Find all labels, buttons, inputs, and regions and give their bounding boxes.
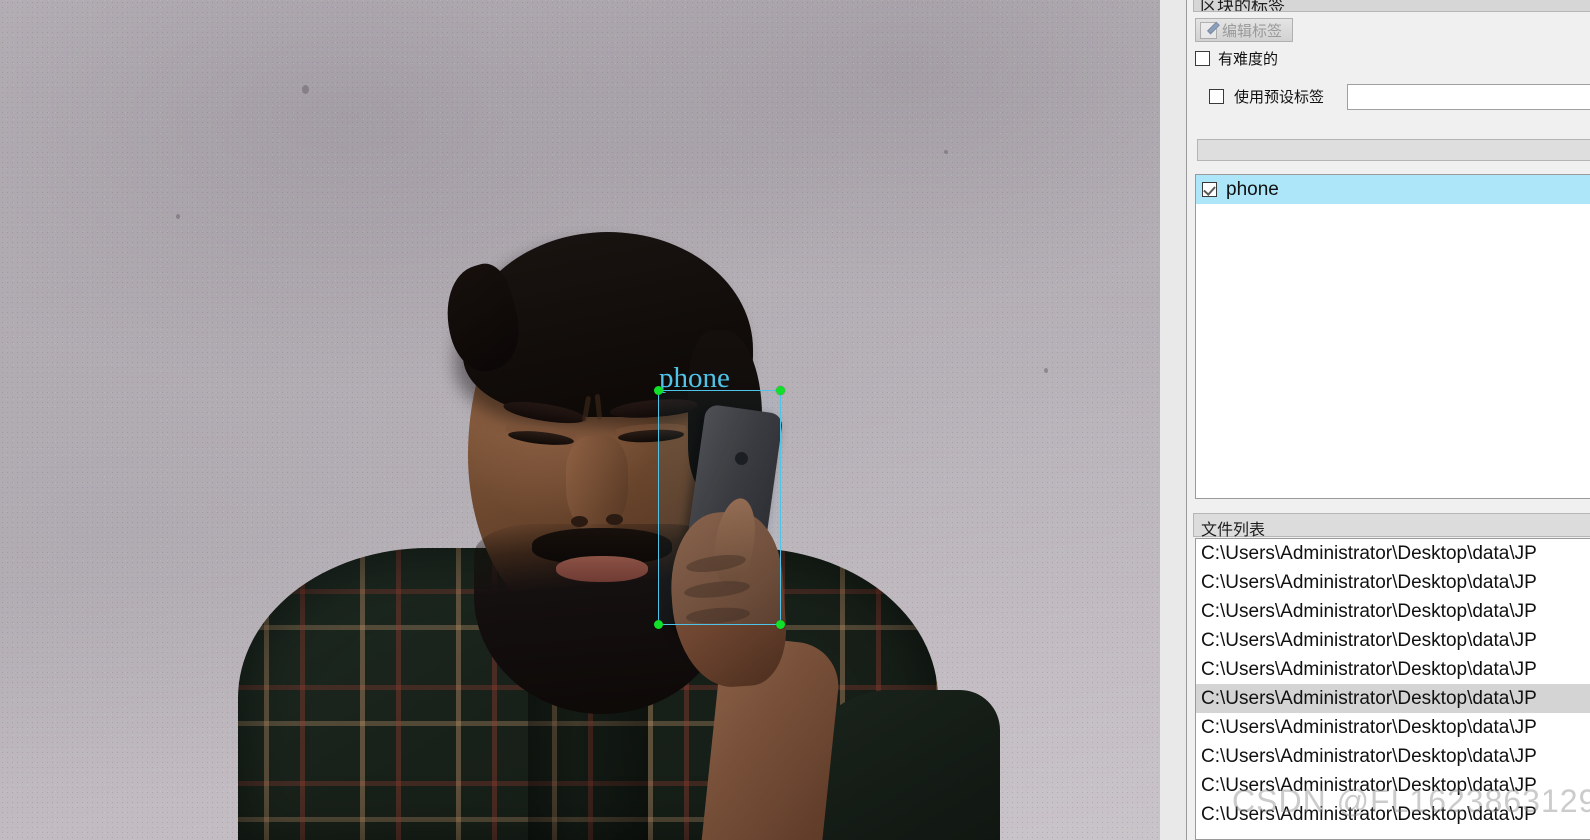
dock-inner: 区块的标签 编辑标签 有难度的 使用预设标签 phone 文件列表 C:\Use… <box>1186 0 1590 840</box>
file-list-item[interactable]: C:\Users\Administrator\Desktop\data\JP <box>1196 655 1590 684</box>
box-labels-panel-title: 区块的标签 <box>1193 0 1590 12</box>
edit-label-button-text: 编辑标签 <box>1222 22 1283 40</box>
use-default-label-row[interactable]: 使用预设标签 <box>1209 86 1324 107</box>
file-list-item[interactable]: C:\Users\Administrator\Desktop\data\JP <box>1196 568 1590 597</box>
file-list-panel-title: 文件列表 <box>1193 513 1590 539</box>
label-list-item-text: phone <box>1226 178 1279 200</box>
wall-speck <box>302 85 309 94</box>
label-list[interactable]: phone <box>1195 174 1590 499</box>
file-list-item[interactable]: C:\Users\Administrator\Desktop\data\JP <box>1196 742 1590 771</box>
file-list-item[interactable]: C:\Users\Administrator\Desktop\data\JP <box>1196 539 1590 568</box>
file-list[interactable]: C:\Users\Administrator\Desktop\data\JP C… <box>1195 538 1590 840</box>
use-default-label-checkbox[interactable] <box>1209 89 1224 104</box>
file-list-item[interactable]: C:\Users\Administrator\Desktop\data\JP <box>1196 597 1590 626</box>
file-list-item[interactable]: C:\Users\Administrator\Desktop\data\JP <box>1196 800 1590 829</box>
difficult-checkbox-label: 有难度的 <box>1218 51 1279 68</box>
image-canvas[interactable]: phone <box>0 0 1160 840</box>
wall-speck <box>176 214 180 219</box>
edit-label-button[interactable]: 编辑标签 <box>1195 18 1294 42</box>
difficult-checkbox[interactable] <box>1195 51 1210 66</box>
person-lips <box>556 556 648 582</box>
disabled-text-field <box>1197 139 1590 161</box>
file-list-item[interactable]: C:\Users\Administrator\Desktop\data\JP <box>1196 713 1590 742</box>
wall-speck <box>944 150 948 154</box>
pencil-edit-icon <box>1200 21 1220 39</box>
file-list-item[interactable]: C:\Users\Administrator\Desktop\data\JP <box>1196 626 1590 655</box>
difficult-checkbox-row[interactable]: 有难度的 <box>1195 48 1278 69</box>
labelimg-window: phone 区块的标签 编辑标签 有难度的 使用预设标签 phone 文件列表 … <box>0 0 1590 840</box>
file-list-item[interactable]: C:\Users\Administrator\Desktop\data\JP <box>1196 771 1590 800</box>
wall-speck <box>1044 368 1048 373</box>
person-nostril-left <box>571 516 588 527</box>
right-dock-panel: 区块的标签 编辑标签 有难度的 使用预设标签 phone 文件列表 C:\Use… <box>1160 0 1590 840</box>
person-nostril-right <box>606 514 623 525</box>
label-visibility-checkbox[interactable] <box>1202 182 1217 197</box>
default-label-input[interactable] <box>1347 84 1590 110</box>
label-list-item-phone[interactable]: phone <box>1196 175 1590 204</box>
use-default-label-text: 使用预设标签 <box>1234 89 1325 106</box>
file-list-item-selected[interactable]: C:\Users\Administrator\Desktop\data\JP <box>1196 684 1590 713</box>
